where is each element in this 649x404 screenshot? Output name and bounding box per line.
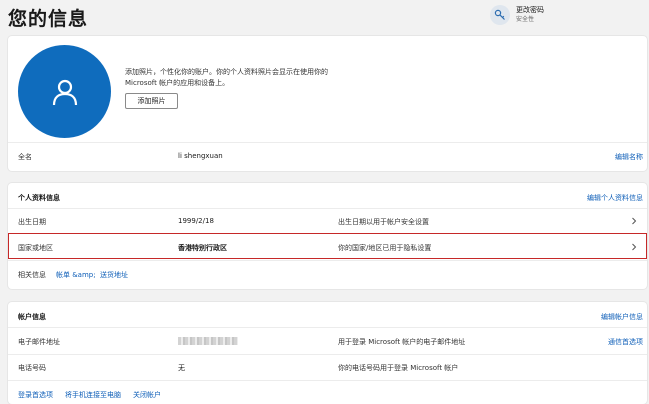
- link-phone-to-pc-link[interactable]: 将手机连接至电脑: [65, 390, 121, 400]
- email-label: 电子邮件地址: [18, 338, 60, 346]
- divider: [8, 142, 647, 143]
- billing-link[interactable]: 帐单 &amp;: [56, 270, 96, 280]
- edit-profile-info-link[interactable]: 编辑个人资料信息: [587, 193, 643, 203]
- page-title: 您的信息: [8, 8, 89, 30]
- profile-card: 添加照片，个性化你的账户。你的个人资料照片会显示在使用你的 Microsoft …: [8, 36, 647, 171]
- birthday-label: 出生日期: [18, 218, 46, 226]
- account-section-title: 帐户信息: [18, 313, 46, 321]
- email-desc: 用于登录 Microsoft 帐户的电子邮件地址: [338, 338, 466, 346]
- account-info-card: 帐户信息 编辑帐户信息 电子邮件地址 用于登录 Microsoft 帐户的电子邮…: [8, 302, 647, 404]
- divider: [8, 380, 647, 381]
- divider: [8, 327, 647, 328]
- edit-name-link[interactable]: 编辑名称: [615, 152, 643, 162]
- add-photo-button[interactable]: 添加照片: [125, 93, 178, 109]
- avatar[interactable]: [18, 45, 111, 138]
- personal-info-card: 个人资料信息 编辑个人资料信息 出生日期 1999/2/18 出生日期以用于帐户…: [8, 183, 647, 289]
- phone-value: 无: [178, 364, 185, 372]
- related-info-label: 相关信息: [18, 271, 46, 279]
- close-account-link[interactable]: 关闭帐户: [133, 390, 161, 400]
- fullname-value: li shengxuan: [178, 152, 223, 160]
- change-password-subtitle: 安全性: [516, 16, 535, 23]
- sign-in-preferences-link[interactable]: 登录首选项: [18, 390, 53, 400]
- communication-preferences-link[interactable]: 通信首选项: [608, 337, 643, 347]
- chevron-right-icon: [632, 217, 637, 225]
- shipping-address-link[interactable]: 送货地址: [100, 270, 128, 280]
- divider: [8, 260, 647, 261]
- person-icon: [52, 79, 77, 105]
- divider: [8, 354, 647, 355]
- birthday-value: 1999/2/18: [178, 217, 214, 225]
- personal-section-title: 个人资料信息: [18, 194, 60, 202]
- edit-account-info-link[interactable]: 编辑帐户信息: [601, 312, 643, 322]
- fullname-label: 全名: [18, 153, 32, 161]
- phone-label: 电话号码: [18, 364, 46, 372]
- email-value-masked: [178, 337, 238, 345]
- change-password-title: 更改密码: [516, 6, 544, 14]
- phone-desc: 你的电话号码用于登录 Microsoft 帐户: [338, 364, 459, 372]
- divider: [8, 208, 647, 209]
- key-icon: [490, 5, 510, 25]
- change-password-link[interactable]: 更改密码 安全性: [490, 5, 544, 25]
- photo-description: 添加照片，个性化你的账户。你的个人资料照片会显示在使用你的 Microsoft …: [125, 68, 328, 87]
- birthday-desc: 出生日期以用于帐户安全设置: [338, 218, 429, 226]
- highlight-box: [8, 233, 647, 259]
